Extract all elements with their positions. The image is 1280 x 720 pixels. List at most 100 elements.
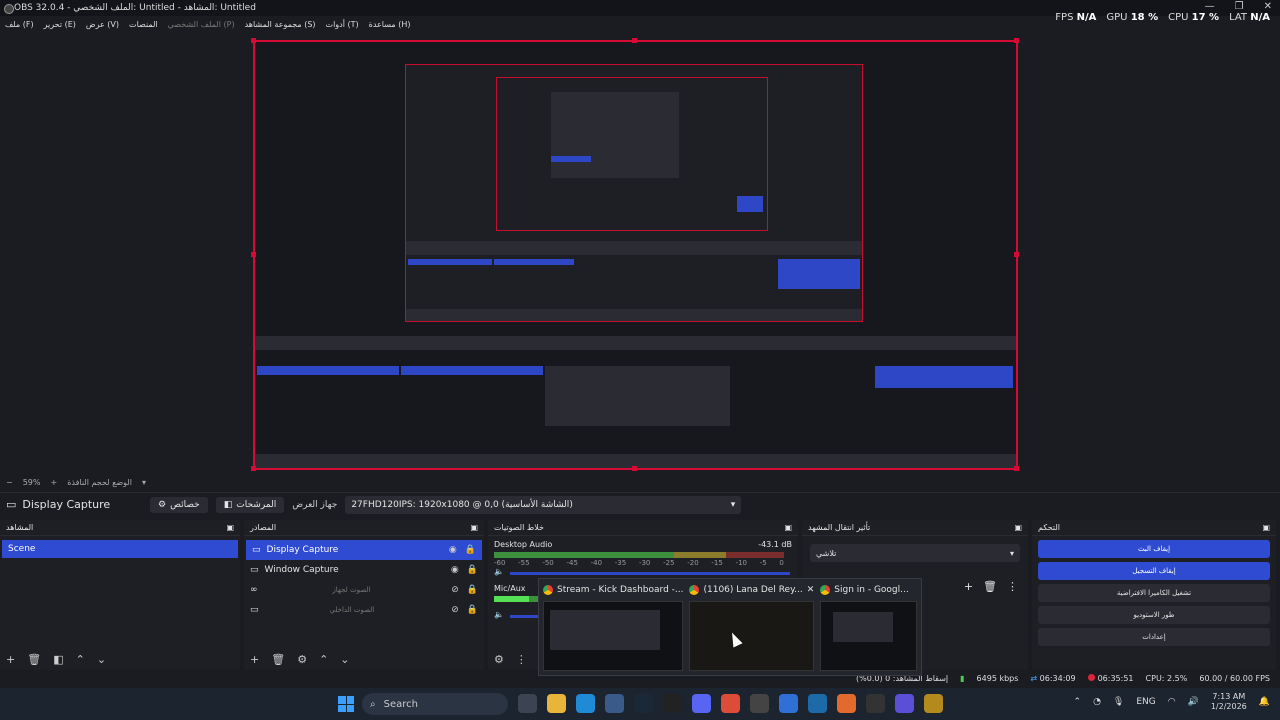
search-icon: ⌕ [370,698,376,710]
chevron-up-icon[interactable]: ⌃ [1074,697,1082,707]
add-icon[interactable]: + [250,653,259,666]
trash-icon[interactable]: 🗑 [271,653,285,666]
source-audio-2[interactable]: ▭ الصوت الداخلي ⊘ 🔒 [244,600,484,620]
add-icon[interactable]: + [964,580,973,593]
undock-icon[interactable]: ▣ [1014,523,1022,532]
app-icon[interactable] [895,694,914,713]
menu-docks[interactable]: المنصات [129,20,158,29]
lock-icon[interactable]: 🔒 [465,545,476,555]
lock-icon[interactable]: 🔒 [467,585,478,595]
menu-file[interactable]: ملف (F) [5,20,34,29]
speaker-icon[interactable]: 🔈 [494,567,504,576]
stop-recording-button[interactable]: إيقاف التسجيل [1038,562,1270,580]
link-icon: ∞ [250,585,258,595]
sources-dock: المصادر ▣ ▭ Display Capture ◉ 🔒 ▭ Window C… [244,520,484,670]
mic-label: Mic/Aux [494,584,526,593]
trash-icon[interactable]: 🗑 [27,653,41,666]
undock-icon[interactable]: ▣ [226,523,234,532]
filters-button[interactable]: ◧ المرشحات [215,496,285,513]
thumb-stream-dashboard[interactable]: Stream - Kick Dashboard -... [543,583,684,671]
volume-icon[interactable]: 🔊 [1188,697,1199,707]
menu-scene-collection[interactable]: مجموعة المشاهد (S) [245,20,316,29]
wifi-icon[interactable]: ◠ [1168,697,1176,707]
photos-icon[interactable] [808,694,827,713]
fps-stat: FPS N/A [1055,12,1097,23]
desktop-audio-meter [494,552,784,558]
menu-help[interactable]: مساعدة (H) [369,20,411,29]
eye-icon[interactable]: ◉ [449,545,457,555]
menu-profile[interactable]: الملف الشخصي (P) [168,20,235,29]
app-icon[interactable] [924,694,943,713]
source-display-capture[interactable]: ▭ Display Capture ◉ 🔒 [246,540,482,560]
file-explorer-icon[interactable] [547,694,566,713]
zoom-in-button[interactable]: + [50,478,57,487]
chevron-down-icon[interactable]: ▾ [142,478,146,487]
stream-icon: ⇄ [1030,673,1038,683]
lang-indicator[interactable]: ENG [1136,697,1155,707]
thumb-lana-del-rey[interactable]: (1106) Lana Del Rey... ✕ [689,583,815,671]
edge-icon[interactable] [576,694,595,713]
close-button[interactable]: ✕ [1264,1,1272,12]
add-icon[interactable]: + [6,653,15,666]
desktop-volume-slider[interactable] [509,572,790,575]
arrow-down-icon[interactable]: ⌄ [97,653,106,666]
preview-canvas[interactable] [0,34,1280,476]
chrome-taskbar-icon[interactable] [721,694,740,713]
undock-icon[interactable]: ▣ [1262,523,1270,532]
mic-icon[interactable]: 🎙 [1113,697,1124,707]
task-view-icon[interactable] [518,694,537,713]
studio-mode-button[interactable]: طور الاستوديو [1038,606,1270,624]
maximize-button[interactable]: ❐ [1235,1,1244,12]
source-audio-1[interactable]: ∞ الصوت لجهاز ⊘ 🔒 [244,580,484,600]
taskbar-search[interactable]: ⌕ Search [362,693,508,715]
minimize-button[interactable]: — [1205,1,1215,12]
menu-edit[interactable]: تحرير (E) [44,20,76,29]
device-select[interactable]: 27FHD120IPS: 1920x1080 @ 0,0 (الشاشة الأ… [345,495,742,514]
start-button[interactable] [338,696,354,712]
menu-dots-icon[interactable]: ⋮ [516,653,527,666]
window-controls: — ❐ ✕ [1205,1,1272,12]
terminal-icon[interactable] [866,694,885,713]
eye-icon[interactable]: ◉ [451,565,459,575]
lock-icon[interactable]: 🔒 [467,605,478,615]
store-icon[interactable] [605,694,624,713]
close-thumb-button[interactable]: ✕ [807,585,815,595]
obs-icon[interactable] [750,694,769,713]
speaker-icon[interactable]: 🔈 [494,610,504,619]
stop-streaming-button[interactable]: إيقاف البث [1038,540,1270,558]
lock-icon[interactable]: 🔒 [467,565,478,575]
undock-icon[interactable]: ▣ [784,523,792,532]
bitrate: 6495 kbps [976,673,1019,683]
properties-button[interactable]: ⚙ خصائص [150,496,208,513]
menu-dots-icon[interactable]: ⋮ [1007,580,1018,593]
epic-icon[interactable] [663,694,682,713]
scene-item[interactable]: Scene [2,540,238,558]
menu-view[interactable]: عرض (V) [86,20,119,29]
arrow-up-icon[interactable]: ⌃ [76,653,85,666]
virtual-camera-button[interactable]: تشغيل الكاميرا الافتراضية [1038,584,1270,602]
thumb-sign-in[interactable]: Sign in - Googl... [820,583,917,671]
zoom-out-button[interactable]: − [6,478,13,487]
undock-icon[interactable]: ▣ [470,523,478,532]
eye-off-icon[interactable]: ⊘ [451,585,459,595]
display-capture-preview[interactable] [253,40,1018,470]
discord-icon[interactable] [692,694,711,713]
eye-off-icon[interactable]: ⊘ [451,605,459,615]
app-icon[interactable] [779,694,798,713]
filter-icon[interactable]: ◧ [53,653,63,666]
vlc-icon[interactable] [837,694,856,713]
arrow-down-icon[interactable]: ⌄ [340,653,349,666]
gear-icon[interactable]: ⚙ [297,653,307,666]
steam-icon[interactable] [634,694,653,713]
notification-icon[interactable]: 🔔 [1259,697,1270,707]
settings-button[interactable]: إعدادات [1038,628,1270,646]
trash-icon[interactable]: 🗑 [983,580,997,593]
clock[interactable]: 7:13 AM 1/2/2026 [1211,692,1247,712]
menu-tools[interactable]: أدوات (T) [326,20,359,29]
transition-select[interactable]: تلاشي ▾ [810,544,1020,562]
zoom-fit-label[interactable]: الوضع لحجم النافذة [67,478,132,487]
network-icon[interactable]: ◔ [1093,697,1101,707]
settings-icon[interactable]: ⚙ [494,653,504,666]
arrow-up-icon[interactable]: ⌃ [319,653,328,666]
source-window-capture[interactable]: ▭ Window Capture ◉ 🔒 [244,560,484,580]
